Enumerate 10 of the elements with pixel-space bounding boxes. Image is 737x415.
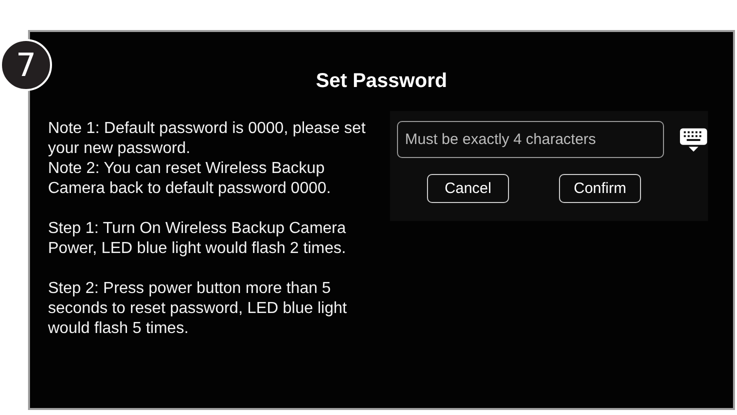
instruction-text: Note 2: You can reset Wireless Backup Camera back to default password 0000. — [48, 159, 332, 199]
screen-title: Set Password — [316, 69, 448, 93]
step-number-badge: 7 — [0, 39, 52, 91]
cancel-button[interactable]: Cancel — [427, 174, 509, 203]
instruction-text: Step 2: Press power button more than 5 seconds to reset password, LED blue light would flash 5 times. — [48, 279, 348, 339]
keyboard-icon[interactable] — [678, 126, 708, 152]
instruction-text: Step 1: Turn On Wireless Backup Camera Power, LED blue light would flash 2 times. — [48, 219, 347, 259]
password-field[interactable]: Must be exactly 4 characters — [397, 121, 664, 158]
instruction-text: Note 1: Default password is 0000, please set your new password. — [48, 119, 367, 159]
confirm-button[interactable]: Confirm — [559, 174, 641, 203]
